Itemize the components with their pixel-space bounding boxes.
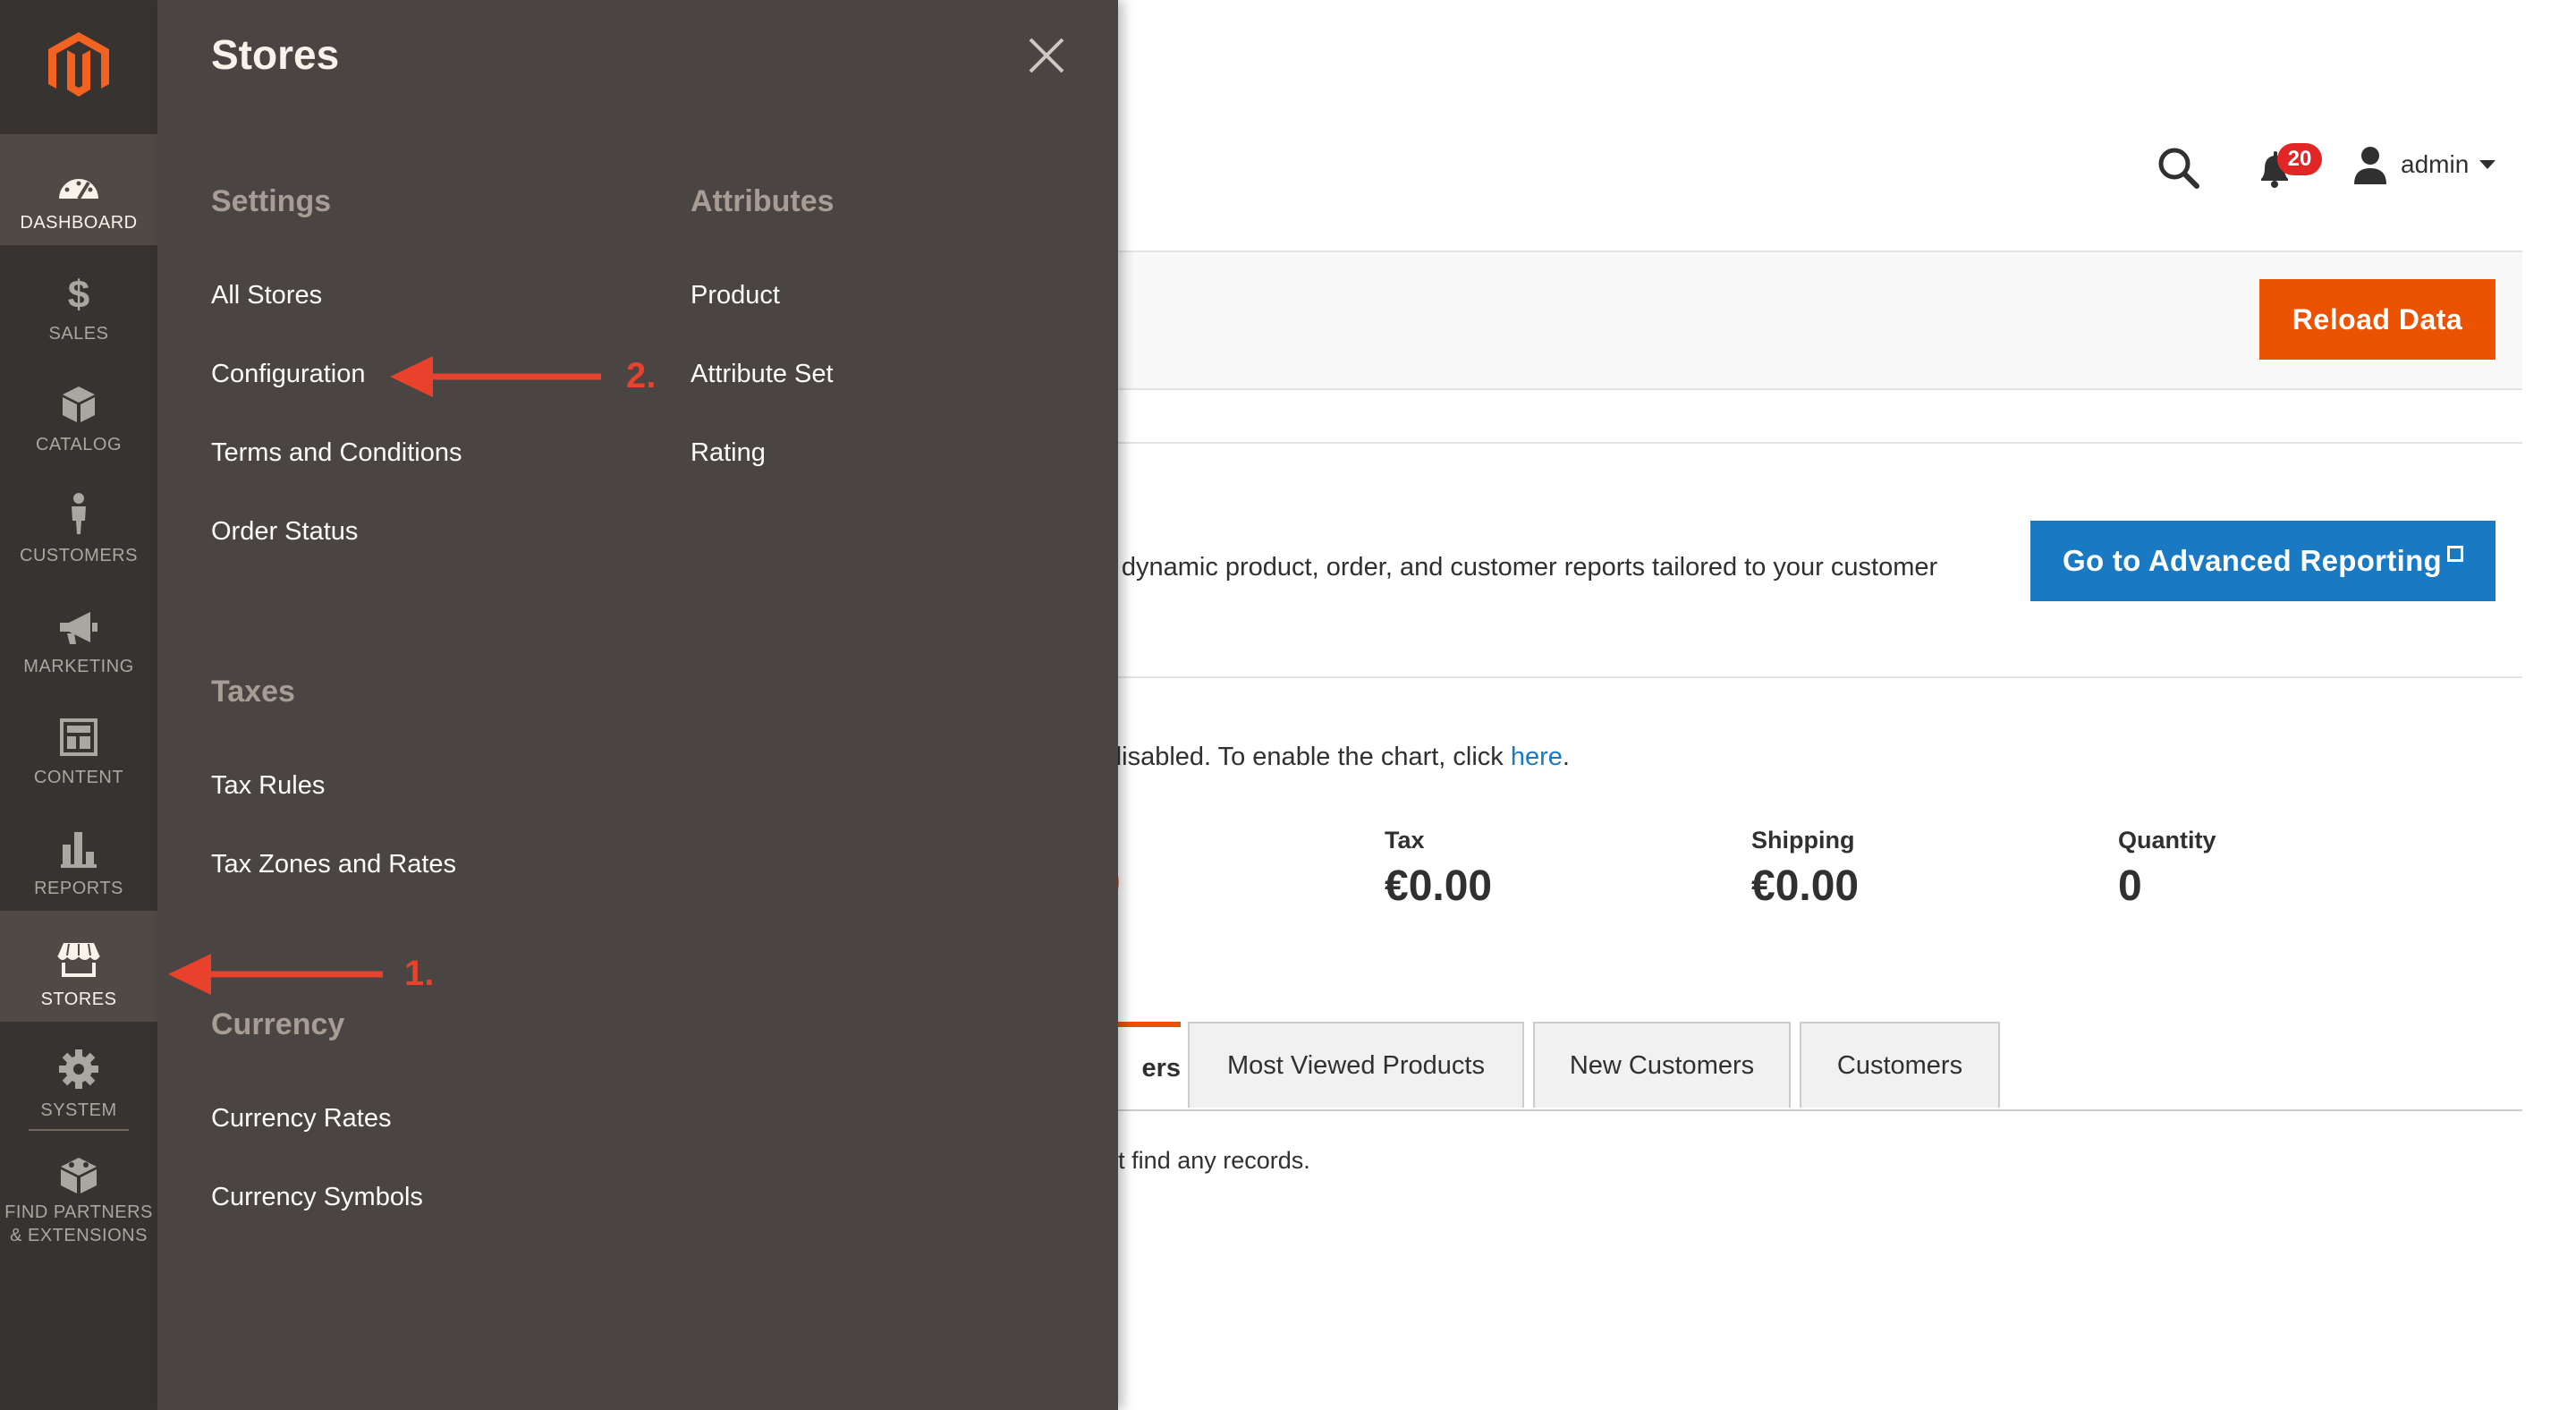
admin-sidebar: DASHBOARD $ SALES CATALOG CUSTOMERS MARK… bbox=[0, 0, 157, 1410]
advanced-reporting-button[interactable]: Go to Advanced Reporting bbox=[2030, 521, 2496, 601]
nav-label: MARKETING bbox=[23, 657, 134, 676]
storefront-icon bbox=[57, 943, 100, 977]
nav-label: SYSTEM bbox=[40, 1100, 117, 1120]
section-title-currency: Currency bbox=[211, 1007, 345, 1041]
chart-message-suffix: . bbox=[1562, 743, 1570, 771]
nav-content[interactable]: CONTENT bbox=[0, 689, 157, 800]
dollar-icon: $ bbox=[68, 274, 89, 313]
section-title-settings: Settings bbox=[211, 184, 332, 218]
advanced-reporting-description: ur dynamic product, order, and customer … bbox=[1091, 553, 1938, 582]
menu-item-product[interactable]: Product bbox=[691, 281, 780, 310]
user-icon bbox=[2354, 147, 2386, 184]
flyout-title: Stores bbox=[211, 31, 340, 78]
chart-disabled-message: disabled. To enable the chart, click her… bbox=[1107, 743, 1570, 772]
nav-label: CUSTOMERS bbox=[20, 546, 138, 565]
menu-item-attribute-set[interactable]: Attribute Set bbox=[691, 360, 834, 389]
bar-chart-icon bbox=[61, 832, 97, 868]
stat-tax: Tax €0.00 bbox=[1385, 827, 1492, 911]
magento-logo-icon bbox=[48, 32, 109, 97]
annotation-step-1: 1. bbox=[404, 954, 435, 993]
nav-label-line: FIND PARTNERS bbox=[4, 1202, 153, 1222]
reload-data-button[interactable]: Reload Data bbox=[2259, 279, 2496, 360]
menu-item-terms-and-conditions[interactable]: Terms and Conditions bbox=[211, 438, 462, 468]
annotation-step-2: 2. bbox=[626, 356, 657, 395]
section-title-attributes: Attributes bbox=[691, 184, 835, 218]
nav-system[interactable]: SYSTEM bbox=[0, 1022, 157, 1133]
close-icon[interactable] bbox=[1027, 36, 1066, 75]
layout-icon bbox=[60, 718, 97, 756]
stat-value: 0 bbox=[2118, 862, 2142, 910]
dashboard-icon bbox=[59, 179, 98, 200]
no-records-message: n't find any records. bbox=[1100, 1147, 1310, 1174]
menu-item-tax-zones-and-rates[interactable]: Tax Zones and Rates bbox=[211, 850, 456, 879]
person-icon bbox=[72, 493, 86, 534]
gear-icon bbox=[59, 1049, 98, 1089]
notification-count-badge[interactable]: 20 bbox=[2277, 143, 2322, 175]
menu-item-all-stores[interactable]: All Stores bbox=[211, 281, 322, 310]
chart-message-text: disabled. To enable the chart, click bbox=[1107, 743, 1511, 771]
megaphone-icon bbox=[60, 612, 97, 644]
section-title-taxes: Taxes bbox=[211, 675, 295, 709]
tabs-underline bbox=[1109, 1109, 2522, 1111]
nav-catalog[interactable]: CATALOG bbox=[0, 356, 157, 467]
nav-label: REPORTS bbox=[34, 879, 123, 898]
stores-flyout-menu: Stores Settings All Stores Configuration… bbox=[157, 0, 1118, 1410]
stat-quantity: Quantity 0 bbox=[2118, 827, 2216, 911]
menu-item-configuration[interactable]: Configuration bbox=[211, 360, 366, 389]
menu-item-order-status[interactable]: Order Status bbox=[211, 517, 358, 547]
nav-find-partners[interactable]: FIND PARTNERS & EXTENSIONS bbox=[0, 1133, 157, 1263]
magento-logo[interactable] bbox=[0, 0, 157, 132]
tab-customers-active[interactable]: ers bbox=[1109, 1022, 1181, 1109]
nav-label: STORES bbox=[40, 990, 117, 1009]
nav-reports[interactable]: REPORTS bbox=[0, 800, 157, 911]
user-account-menu[interactable]: admin bbox=[2352, 143, 2496, 186]
nav-sales[interactable]: $ SALES bbox=[0, 245, 157, 356]
annotation-arrow-1 bbox=[168, 954, 383, 995]
stat-label: Tax bbox=[1385, 827, 1425, 854]
nav-label: CATALOG bbox=[35, 435, 123, 454]
stat-label: Shipping bbox=[1751, 827, 1855, 854]
nav-marketing[interactable]: MARKETING bbox=[0, 578, 157, 689]
stat-shipping: Shipping €0.00 bbox=[1751, 827, 1859, 911]
menu-item-currency-rates[interactable]: Currency Rates bbox=[211, 1104, 391, 1134]
nav-label: FIND PARTNERS & EXTENSIONS bbox=[0, 1201, 157, 1247]
nav-label-line: & EXTENSIONS bbox=[10, 1226, 148, 1245]
search-icon[interactable] bbox=[2154, 143, 2204, 193]
tab-most-viewed-products[interactable]: Most Viewed Products bbox=[1188, 1022, 1524, 1108]
blocks-icon bbox=[61, 1158, 97, 1193]
nav-stores[interactable]: STORES bbox=[0, 911, 157, 1022]
chevron-down-icon bbox=[2479, 160, 2496, 169]
stat-value: €0.00 bbox=[1751, 862, 1860, 910]
stat-value: €0.00 bbox=[1385, 862, 1493, 910]
nav-label: CONTENT bbox=[33, 768, 124, 787]
svg-text:$: $ bbox=[68, 274, 89, 313]
cube-icon bbox=[63, 386, 95, 422]
stat-label: Quantity bbox=[2118, 827, 2216, 854]
tab-new-customers[interactable]: New Customers bbox=[1533, 1022, 1791, 1108]
external-link-icon bbox=[2447, 546, 2463, 562]
nav-label: SALES bbox=[48, 324, 109, 344]
menu-item-tax-rules[interactable]: Tax Rules bbox=[211, 771, 325, 801]
nav-dashboard[interactable]: DASHBOARD bbox=[0, 134, 157, 245]
annotation-arrow-2 bbox=[390, 356, 601, 397]
nav-divider bbox=[29, 1129, 129, 1131]
menu-item-rating[interactable]: Rating bbox=[691, 438, 766, 468]
enable-chart-link[interactable]: here bbox=[1511, 743, 1563, 771]
menu-item-currency-symbols[interactable]: Currency Symbols bbox=[211, 1183, 423, 1212]
user-name: admin bbox=[2401, 150, 2470, 178]
advanced-reporting-button-label: Go to Advanced Reporting bbox=[2063, 544, 2442, 577]
nav-label: DASHBOARD bbox=[20, 213, 138, 233]
tab-customers[interactable]: Customers bbox=[1800, 1022, 2000, 1108]
nav-customers[interactable]: CUSTOMERS bbox=[0, 467, 157, 578]
